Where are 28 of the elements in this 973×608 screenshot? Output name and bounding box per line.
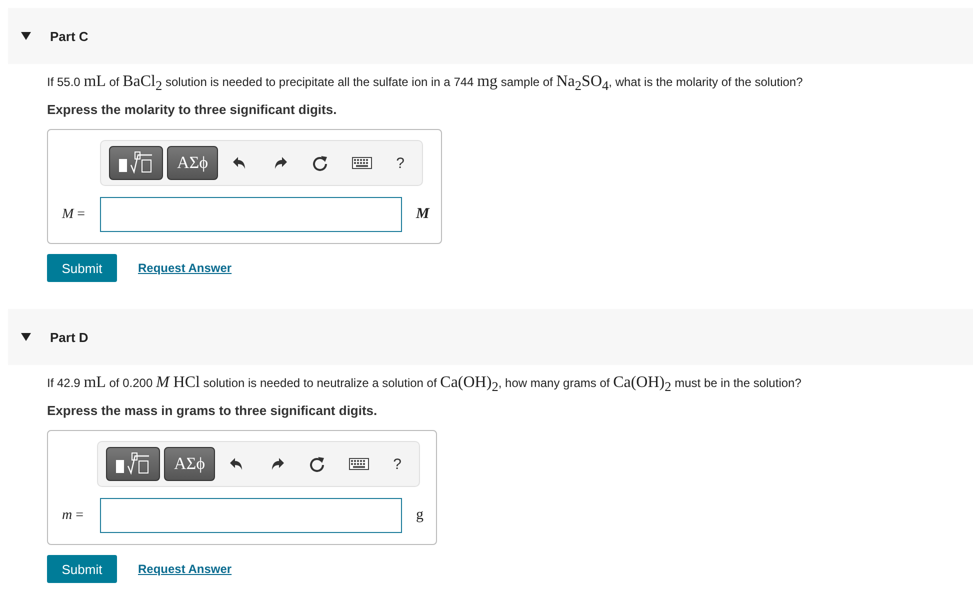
greek-symbols-button[interactable]: ΑΣϕ — [166, 146, 218, 180]
keyboard-icon[interactable] — [349, 458, 370, 470]
request-answer-link[interactable]: Request Answer — [138, 562, 232, 576]
reset-icon[interactable] — [309, 456, 326, 472]
submit-button[interactable]: Submit — [47, 254, 117, 282]
variable-label: m = — [61, 508, 85, 524]
keyboard-icon[interactable] — [352, 157, 372, 170]
part-header[interactable]: Part C — [8, 8, 973, 64]
answer-field[interactable] — [100, 197, 402, 232]
templates-button[interactable] — [106, 447, 160, 482]
greek-symbols-button[interactable]: ΑΣϕ — [164, 447, 216, 482]
redo-icon[interactable] — [269, 456, 286, 472]
submit-button[interactable]: Submit — [47, 555, 117, 584]
part-title: Part D — [50, 330, 88, 345]
answer-field[interactable] — [100, 498, 402, 534]
redo-icon[interactable] — [272, 155, 288, 172]
part-header[interactable]: Part D — [8, 309, 973, 366]
help-button[interactable]: ? — [386, 154, 414, 172]
unit-label: g — [416, 507, 424, 524]
help-button[interactable]: ? — [383, 456, 412, 473]
unit-label: M — [416, 206, 430, 224]
templates-button[interactable] — [108, 146, 163, 180]
reset-icon[interactable] — [312, 155, 328, 172]
instruction-text: Express the molarity to three significant digits. — [47, 102, 338, 118]
part-title: Part C — [50, 28, 88, 44]
variable-label: M = — [60, 206, 86, 223]
request-answer-link[interactable]: Request Answer — [138, 261, 232, 276]
instruction-text: Express the mass in grams to three significant digits. — [47, 403, 378, 418]
